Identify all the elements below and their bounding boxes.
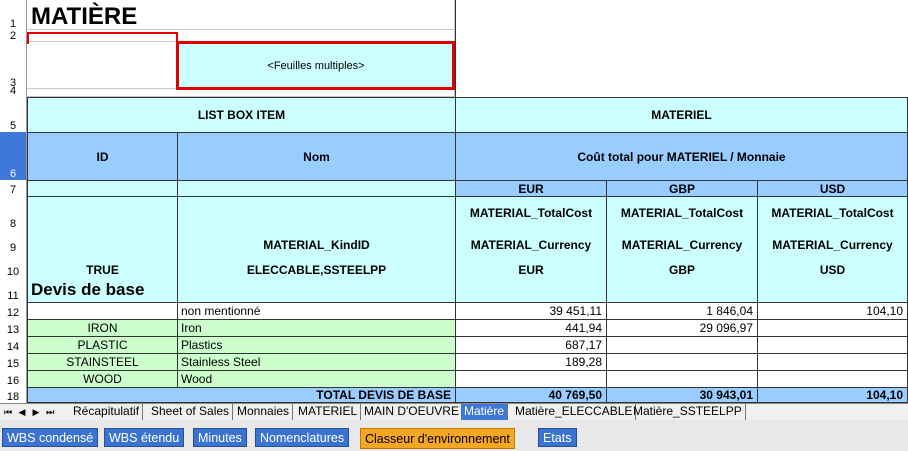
next-sheet-icon[interactable]: ▶ bbox=[30, 405, 42, 419]
total-eur[interactable]: 40 769,50 bbox=[455, 387, 607, 403]
table-cell-id[interactable]: WOOD bbox=[27, 370, 178, 388]
sheet-tab[interactable]: Matière_ELECCABLE bbox=[512, 404, 637, 420]
row-header[interactable]: 4 bbox=[0, 86, 27, 97]
row-header[interactable]: 1 bbox=[0, 0, 27, 30]
sheet-tab[interactable]: MAIN D'OEUVRE bbox=[361, 404, 463, 420]
row-header[interactable]: 14 bbox=[0, 336, 27, 353]
cell[interactable] bbox=[177, 180, 456, 197]
wbs-condense-button[interactable]: WBS condensé bbox=[2, 428, 99, 447]
sheet-tab[interactable]: MATERIEL bbox=[295, 404, 362, 420]
table-cell-gbp[interactable] bbox=[606, 336, 758, 354]
table-cell-nom[interactable]: Wood bbox=[177, 370, 456, 388]
table-cell-gbp[interactable] bbox=[606, 370, 758, 388]
table-cell-eur[interactable]: 189,28 bbox=[455, 353, 607, 371]
row-header[interactable]: 16 bbox=[0, 370, 27, 387]
sheet-tab[interactable]: Récapitulatif bbox=[70, 404, 144, 420]
last-sheet-icon[interactable]: ⏭ bbox=[44, 405, 56, 419]
table-cell-eur[interactable]: 687,17 bbox=[455, 336, 607, 354]
sheet-tab[interactable]: Sheet of Sales bbox=[148, 404, 234, 420]
row10-eur[interactable]: EUR bbox=[455, 263, 607, 279]
sheet-tab-active[interactable]: Matière bbox=[461, 404, 509, 420]
row-header[interactable]: 13 bbox=[0, 319, 27, 336]
prev-sheet-icon[interactable]: ◀ bbox=[16, 405, 28, 419]
field-currency[interactable]: MATERIAL_Currency bbox=[455, 238, 607, 254]
row-header[interactable]: 5 bbox=[0, 97, 27, 132]
row10-gbp[interactable]: GBP bbox=[606, 263, 758, 279]
row-header[interactable]: 8 bbox=[0, 196, 27, 230]
row-header[interactable]: 7 bbox=[0, 180, 27, 196]
field-kind-id[interactable]: MATERIAL_KindID bbox=[177, 238, 456, 254]
table-cell-usd[interactable] bbox=[757, 370, 908, 388]
field-total-cost[interactable]: MATERIAL_TotalCost bbox=[455, 206, 607, 222]
section-title[interactable]: Devis de base bbox=[27, 279, 455, 303]
row-header[interactable]: 12 bbox=[0, 302, 27, 319]
row-header-selected[interactable]: 6 bbox=[0, 132, 27, 180]
cell[interactable] bbox=[27, 42, 177, 89]
row10-usd[interactable]: USD bbox=[757, 263, 908, 279]
cell[interactable] bbox=[27, 89, 455, 97]
sheet-tab[interactable]: Matière_SSTEELPP bbox=[630, 404, 746, 420]
col-header-nom[interactable]: Nom bbox=[177, 132, 456, 181]
cell[interactable] bbox=[455, 279, 908, 303]
table-cell-usd[interactable] bbox=[757, 319, 908, 337]
table-cell-id[interactable]: IRON bbox=[27, 319, 178, 337]
row-header[interactable]: 11 bbox=[0, 278, 27, 302]
field-currency[interactable]: MATERIAL_Currency bbox=[606, 238, 758, 254]
row-header[interactable]: 2 bbox=[0, 30, 27, 42]
col-header-id[interactable]: ID bbox=[27, 132, 178, 181]
cell[interactable] bbox=[27, 180, 178, 197]
sheet-tab-bar: ⏮ ◀ ▶ ⏭ Récapitulatif Sheet of Sales Mon… bbox=[0, 403, 908, 420]
page-title: MATIÈRE bbox=[27, 0, 455, 30]
row-header[interactable]: 3 bbox=[0, 42, 27, 89]
view-button-bar: WBS condensé WBS étendu Minutes Nomencla… bbox=[0, 420, 908, 451]
sheet-tab[interactable]: Monnaies bbox=[234, 404, 294, 420]
wbs-etendu-button[interactable]: WBS étendu bbox=[104, 428, 185, 447]
table-cell-usd[interactable] bbox=[757, 353, 908, 371]
currency-gbp[interactable]: GBP bbox=[606, 180, 758, 197]
minutes-button[interactable]: Minutes bbox=[193, 428, 247, 447]
table-cell-nom[interactable]: Stainless Steel bbox=[177, 353, 456, 371]
first-sheet-icon[interactable]: ⏮ bbox=[2, 405, 14, 419]
table-cell-nom[interactable]: non mentionné bbox=[177, 302, 456, 320]
table-cell-eur[interactable]: 39 451,11 bbox=[455, 302, 607, 320]
currency-eur[interactable]: EUR bbox=[455, 180, 607, 197]
table-cell-id[interactable] bbox=[27, 302, 178, 320]
table-cell-nom[interactable]: Iron bbox=[177, 319, 456, 337]
materiel-header[interactable]: MATERIEL bbox=[455, 97, 908, 133]
col-header-cost[interactable]: Coût total pour MATERIEL / Monnaie bbox=[455, 132, 908, 181]
row10-id[interactable]: TRUE bbox=[27, 263, 178, 279]
classeur-environnement-button[interactable]: Classeur d'environnement bbox=[360, 428, 515, 449]
divider bbox=[455, 0, 456, 97]
table-cell-id[interactable]: PLASTIC bbox=[27, 336, 178, 354]
table-cell-gbp[interactable]: 1 846,04 bbox=[606, 302, 758, 320]
total-gbp[interactable]: 30 943,01 bbox=[606, 387, 758, 403]
table-cell-nom[interactable]: Plastics bbox=[177, 336, 456, 354]
multi-sheets-cell[interactable]: <Feuilles multiples> bbox=[177, 42, 455, 89]
row-header[interactable]: 15 bbox=[0, 353, 27, 370]
table-cell-eur[interactable]: 441,94 bbox=[455, 319, 607, 337]
table-cell-gbp[interactable]: 29 096,97 bbox=[606, 319, 758, 337]
table-cell-gbp[interactable] bbox=[606, 353, 758, 371]
table-cell-usd[interactable] bbox=[757, 336, 908, 354]
row10-nom[interactable]: ELECCABLE,SSTEELPP bbox=[177, 263, 456, 279]
field-total-cost[interactable]: MATERIAL_TotalCost bbox=[606, 206, 758, 222]
row-header[interactable]: 10 bbox=[0, 254, 27, 278]
total-usd[interactable]: 104,10 bbox=[757, 387, 908, 403]
field-currency[interactable]: MATERIAL_Currency bbox=[757, 238, 908, 254]
nomenclatures-button[interactable]: Nomenclatures bbox=[255, 428, 350, 447]
etats-button[interactable]: Etats bbox=[538, 428, 577, 447]
list-box-item-header[interactable]: LIST BOX ITEM bbox=[27, 97, 456, 133]
total-label[interactable]: TOTAL DEVIS DE BASE bbox=[27, 387, 456, 403]
row-header[interactable]: 18 bbox=[0, 387, 27, 403]
spreadsheet-grid[interactable]: 1 2 3 4 5 6 7 8 9 10 11 12 13 14 15 16 1… bbox=[0, 0, 908, 403]
currency-usd[interactable]: USD bbox=[757, 180, 908, 197]
field-total-cost[interactable]: MATERIAL_TotalCost bbox=[757, 206, 908, 222]
row-header[interactable]: 9 bbox=[0, 230, 27, 254]
table-cell-id[interactable]: STAINSTEEL bbox=[27, 353, 178, 371]
table-cell-usd[interactable]: 104,10 bbox=[757, 302, 908, 320]
table-cell-eur[interactable] bbox=[455, 370, 607, 388]
cell[interactable] bbox=[27, 30, 455, 42]
